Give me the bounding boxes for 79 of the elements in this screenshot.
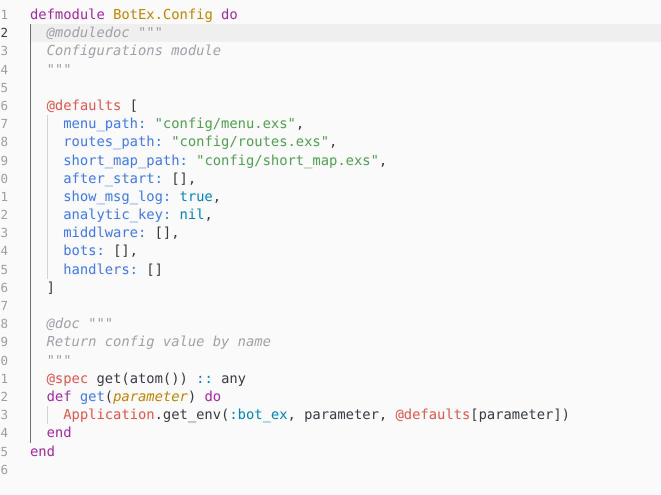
code-text: , — [329, 133, 338, 152]
code-text: , — [204, 206, 213, 224]
line-number: 5 — [0, 442, 8, 460]
line-number: 4 — [0, 60, 8, 79]
code-text: ( — [104, 388, 114, 406]
line-number: 1 — [0, 370, 8, 388]
line-number: 8 — [0, 315, 8, 334]
keyword-key: handlers: — [63, 260, 138, 279]
code-text: [], — [170, 170, 196, 188]
keyword-key: short_map_path: — [63, 152, 188, 170]
keyword: defmodule — [30, 6, 105, 24]
line-number: 3 — [0, 42, 8, 60]
doc-comment: """ — [46, 60, 72, 79]
module-name: BotEx.Config — [112, 6, 213, 24]
literal: :bot_ex — [229, 406, 288, 424]
attribute: Application — [63, 406, 155, 424]
code-text: ) — [188, 388, 198, 406]
keyword-key: analytic_key: — [63, 206, 172, 224]
code-text: , — [296, 115, 304, 134]
code-text: [ — [128, 96, 138, 116]
attribute: @defaults — [396, 406, 470, 424]
literal: true — [178, 188, 213, 206]
code-text: .get_env( — [154, 406, 230, 424]
line-number: 6 — [0, 96, 8, 115]
line-number: 1 — [0, 6, 8, 24]
line-number: 3 — [0, 224, 8, 242]
line-number: 0 — [0, 352, 8, 370]
string-literal: "config/routes.exs" — [170, 133, 330, 152]
doc-comment: @moduledoc """ — [46, 24, 163, 42]
keyword: do — [220, 6, 238, 24]
doc-comment: """ — [46, 352, 72, 370]
line-number: 2 — [0, 388, 8, 406]
code-text: any — [220, 370, 246, 388]
line-number: 4 — [0, 424, 8, 442]
line-number: 0 — [0, 170, 8, 188]
line-number: 2 — [0, 24, 8, 42]
function-name: get — [78, 388, 105, 406]
line-number: 7 — [0, 115, 8, 134]
keyword-key: after_start: — [63, 170, 163, 188]
code-text: , — [378, 152, 388, 170]
line-number: 1 — [0, 188, 8, 206]
line-number: 3 — [0, 406, 8, 424]
keyword-key: routes_path: — [63, 133, 163, 152]
doc-comment: @doc """ — [46, 315, 114, 334]
code-text: [], — [112, 242, 138, 261]
line-number: 2 — [0, 206, 8, 224]
keyword-key: bots: — [63, 242, 105, 261]
code-text: [parameter]) — [470, 406, 570, 424]
code-text: , — [212, 188, 222, 206]
line-number: 9 — [0, 333, 8, 352]
string-literal: "config/short_map.exs" — [195, 152, 379, 170]
line-number: 5 — [0, 260, 8, 279]
operator: :: — [196, 370, 213, 388]
code-text: [], — [154, 224, 180, 242]
code-text: , parameter, — [288, 406, 388, 424]
line-number: 7 — [0, 297, 8, 315]
keyword-key: menu_path: — [63, 115, 146, 134]
doc-comment: Configurations module — [46, 42, 222, 61]
keyword: end — [46, 424, 72, 442]
code-text: [] — [145, 260, 163, 279]
code-text: ] — [46, 278, 55, 297]
literal: nil — [178, 206, 204, 224]
attribute: @spec — [46, 370, 88, 388]
code-text: get(atom()) — [95, 370, 189, 388]
line-number: 6 — [0, 460, 8, 479]
line-number: 9 — [0, 152, 8, 170]
parameter-name: parameter — [113, 388, 188, 406]
string-literal: "config/menu.exs" — [154, 115, 296, 134]
line-number: 8 — [0, 133, 8, 152]
keyword: end — [30, 442, 55, 461]
keyword-key: middlware: — [63, 224, 146, 242]
keyword: def — [46, 388, 72, 406]
doc-comment: Return config value by name — [46, 333, 271, 352]
line-number: 4 — [0, 242, 8, 260]
keyword-key: show_msg_log: — [63, 188, 172, 206]
line-number: 6 — [0, 278, 8, 297]
keyword: do — [204, 388, 222, 406]
attribute: @defaults — [46, 96, 122, 116]
line-number: 5 — [0, 78, 8, 97]
